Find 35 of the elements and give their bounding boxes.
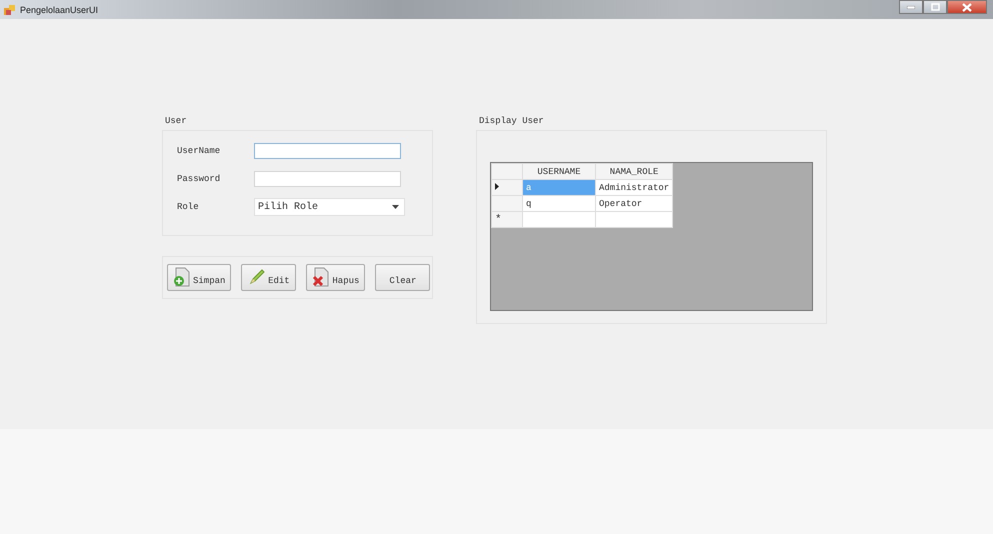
maximize-button[interactable]: [923, 0, 947, 14]
column-header[interactable]: USERNAME: [522, 164, 596, 180]
new-row-marker: *: [492, 212, 522, 228]
field-label: Role: [177, 202, 200, 212]
app-icon: [4, 4, 16, 16]
window-title: PengelolaanUserUI: [20, 4, 98, 14]
action-button[interactable]: Hapus: [306, 264, 366, 291]
maximize-icon: [930, 3, 940, 11]
pencil-icon: [248, 268, 266, 286]
field-label: UserName: [177, 146, 222, 156]
delete-document-icon: [312, 266, 330, 286]
table-cell[interactable]: q: [522, 196, 596, 212]
dropdown-arrow-icon: [392, 205, 399, 209]
role-dropdown[interactable]: Pilih Role: [254, 198, 405, 216]
column-header[interactable]: NAMA_ROLE: [596, 164, 673, 180]
add-document-icon: [173, 266, 191, 286]
action-button[interactable]: Edit: [241, 264, 296, 291]
action-button[interactable]: Simpan: [167, 264, 232, 291]
close-button[interactable]: [947, 0, 987, 14]
field-label: Password: [177, 174, 222, 184]
row-header[interactable]: [492, 180, 522, 196]
table-cell[interactable]: Operator: [596, 196, 673, 212]
minimize-button[interactable]: [899, 0, 923, 14]
action-button[interactable]: Clear: [375, 264, 430, 291]
minimize-icon: [907, 6, 915, 8]
input-field[interactable]: [254, 143, 401, 159]
group-title: Display User: [478, 116, 545, 128]
input-field[interactable]: [254, 171, 401, 187]
table-cell[interactable]: Administrator: [596, 180, 673, 196]
close-icon: [962, 2, 972, 12]
table-cell[interactable]: [522, 212, 596, 228]
row-header: [492, 164, 522, 180]
table-cell[interactable]: [596, 212, 673, 228]
current-row-icon: [495, 182, 499, 190]
group-title: User: [164, 116, 188, 128]
